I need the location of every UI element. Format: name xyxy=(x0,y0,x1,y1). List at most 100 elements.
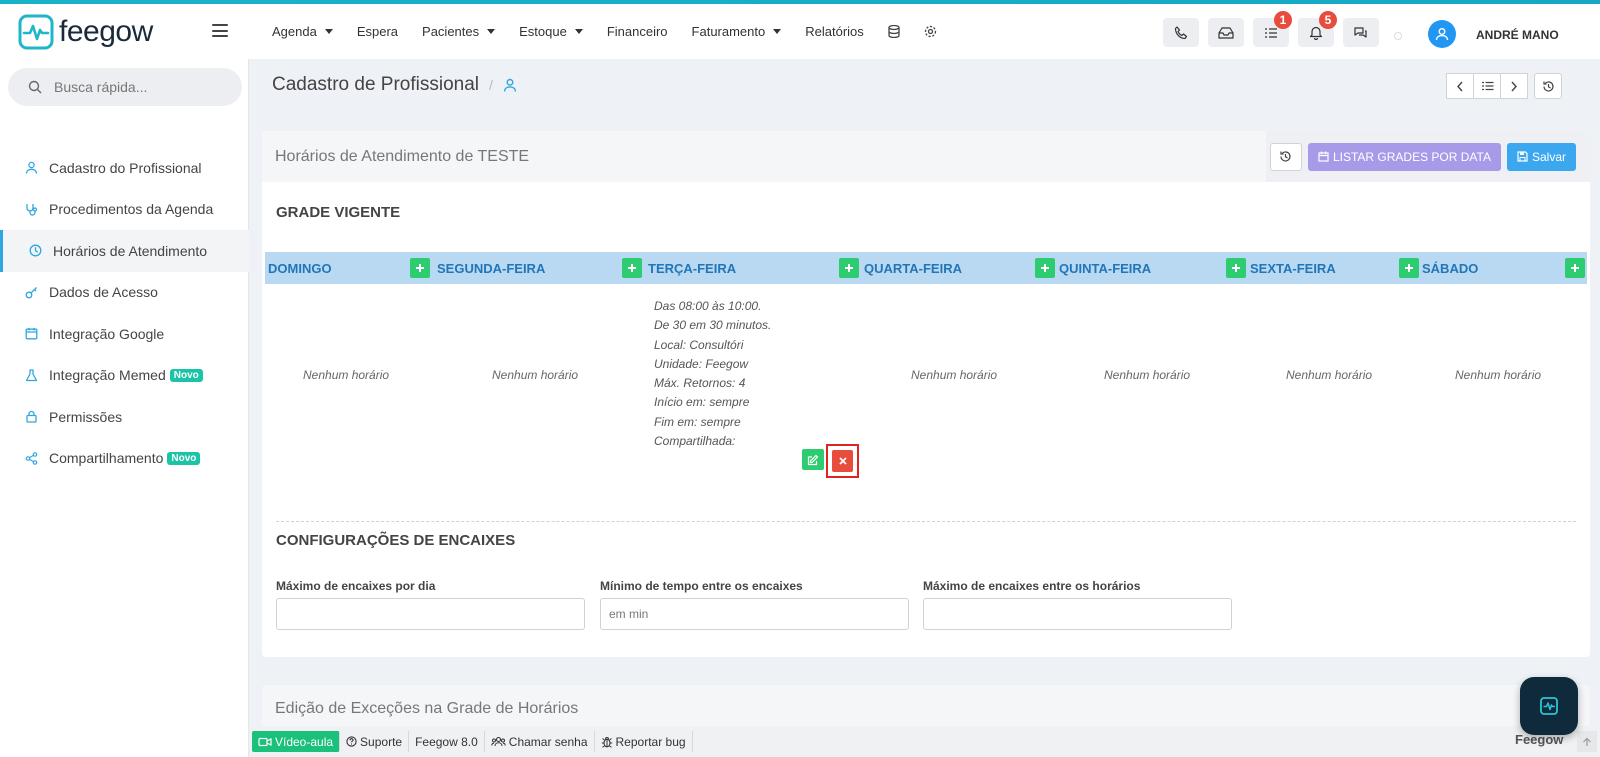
save-button[interactable]: Salvar xyxy=(1506,142,1576,171)
chat-icon xyxy=(1354,27,1367,38)
nav-estoque[interactable]: Estoque xyxy=(519,24,583,39)
search-icon xyxy=(28,80,42,94)
lock-icon xyxy=(24,410,38,424)
sidebar-item-label: Dados de Acesso xyxy=(49,284,158,301)
card-actions: LISTAR GRADES POR DATA Salvar xyxy=(1266,131,1590,182)
assistant-fab-button[interactable] xyxy=(1520,677,1578,735)
sidebar-item-label: Permissões xyxy=(49,408,123,425)
add-slot-quarta-button[interactable] xyxy=(1035,258,1055,278)
scroll-top-button[interactable] xyxy=(1577,731,1597,752)
day-quarta: QUARTA-FEIRA xyxy=(864,260,962,276)
reportar-bug-button[interactable]: Reportar bug xyxy=(595,731,693,752)
nav-financeiro[interactable]: Financeiro xyxy=(607,24,668,39)
breadcrumb-separator: / xyxy=(489,77,493,93)
sidebar-item-integracao-memed[interactable]: Integração Memed Novo xyxy=(0,355,249,397)
user-name[interactable]: ANDRÉ MANO xyxy=(1476,28,1559,42)
user-icon[interactable] xyxy=(503,78,517,92)
inbox-icon xyxy=(1218,27,1234,39)
video-aula-button[interactable]: Vídeo-aula xyxy=(252,731,341,752)
nav-faturamento[interactable]: Faturamento xyxy=(692,24,782,39)
tasks-button[interactable]: 1 xyxy=(1253,11,1292,47)
add-slot-domingo-button[interactable] xyxy=(410,258,430,278)
suporte-button[interactable]: Suporte xyxy=(340,731,410,752)
sidebar-menu: Cadastro do Profissional Procedimentos d… xyxy=(0,147,249,479)
empty-slot-quarta: Nenhum horário xyxy=(911,368,998,382)
list-button[interactable] xyxy=(1473,73,1501,99)
user-avatar-icon xyxy=(1435,28,1449,41)
chat-button[interactable] xyxy=(1343,18,1379,47)
sidebar-item-dados-acesso[interactable]: Dados de Acesso xyxy=(0,272,249,314)
add-slot-segunda-button[interactable] xyxy=(622,258,642,278)
week-header: DOMINGO SEGUNDA-FEIRA TERÇA-FEIRA QUARTA… xyxy=(265,252,1587,284)
day-sabado: SÁBADO xyxy=(1422,260,1479,276)
add-slot-sexta-button[interactable] xyxy=(1399,258,1419,278)
sidebar-item-label: Cadastro do Profissional xyxy=(49,159,202,176)
plus-icon xyxy=(1405,264,1413,272)
edit-slot-button[interactable] xyxy=(802,449,824,470)
calendar-icon xyxy=(24,327,38,341)
flask-icon xyxy=(24,368,38,382)
history-button[interactable] xyxy=(1269,142,1302,171)
history-button[interactable] xyxy=(1534,73,1562,99)
listar-grades-button[interactable]: LISTAR GRADES POR DATA xyxy=(1307,142,1501,171)
nav-agenda[interactable]: Agenda xyxy=(272,24,333,39)
day-sexta: SEXTA-FEIRA xyxy=(1250,260,1336,276)
logo[interactable]: feegow xyxy=(18,14,153,50)
max-encaixes-dia-input[interactable] xyxy=(276,598,585,630)
max-encaixes-horarios-input[interactable] xyxy=(923,598,1232,630)
nav-espera[interactable]: Espera xyxy=(357,24,398,39)
day-terca: TERÇA-FEIRA xyxy=(648,260,737,276)
nav-relatorios[interactable]: Relatórios xyxy=(805,24,864,39)
add-slot-quinta-button[interactable] xyxy=(1226,258,1246,278)
min-tempo-encaixes-label: Mínimo de tempo entre os encaixes xyxy=(600,579,803,593)
list-icon xyxy=(1481,81,1493,91)
caret-down-icon xyxy=(574,29,583,34)
phone-icon xyxy=(1174,25,1188,39)
nav-pacientes[interactable]: Pacientes xyxy=(422,24,496,39)
notifications-button[interactable]: 5 xyxy=(1298,11,1337,47)
sidebar-item-integracao-google[interactable]: Integração Google xyxy=(0,313,249,355)
calendar-icon xyxy=(1318,151,1329,162)
plus-icon xyxy=(416,264,424,272)
sidebar-item-label: Procedimentos da Agenda xyxy=(49,201,214,218)
sidebar-item-cadastro[interactable]: Cadastro do Profissional xyxy=(0,147,249,189)
day-quinta: QUINTA-FEIRA xyxy=(1059,260,1152,276)
notifications-badge: 5 xyxy=(1319,11,1337,29)
menu-toggle-icon[interactable] xyxy=(212,24,228,37)
search-box[interactable]: Busca rápida... xyxy=(8,68,242,106)
caret-down-icon xyxy=(773,29,782,34)
tasks-badge: 1 xyxy=(1274,11,1292,29)
avatar[interactable] xyxy=(1428,20,1456,48)
chamar-senha-button[interactable]: Chamar senha xyxy=(485,731,595,752)
min-tempo-encaixes-input[interactable] xyxy=(600,598,909,630)
history-icon xyxy=(1280,151,1292,162)
exceptions-title: Edição de Exceções na Grade de Horários xyxy=(275,700,579,717)
status-indicator xyxy=(1394,32,1402,40)
sidebar-item-compartilhamento[interactable]: Compartilhamento Novo xyxy=(0,438,249,480)
stethoscope-icon xyxy=(24,202,38,216)
caret-down-icon xyxy=(324,29,333,34)
sidebar-item-permissoes[interactable]: Permissões xyxy=(0,396,249,438)
previous-button[interactable] xyxy=(1446,73,1474,99)
grade-vigente-title: GRADE VIGENTE xyxy=(276,204,401,221)
card-title: Horários de Atendimento de TESTE xyxy=(275,147,530,165)
next-button[interactable] xyxy=(1500,73,1528,99)
delete-slot-button[interactable] xyxy=(832,450,853,472)
gear-icon[interactable] xyxy=(924,25,937,38)
users-icon xyxy=(491,736,506,747)
new-badge: Novo xyxy=(169,368,203,382)
phone-button[interactable] xyxy=(1163,18,1199,47)
empty-slot-sexta: Nenhum horário xyxy=(1286,368,1373,382)
add-slot-terca-button[interactable] xyxy=(839,258,859,278)
delete-slot-highlight xyxy=(826,444,859,478)
sidebar-item-label: Integração Memed xyxy=(49,367,166,384)
sidebar-item-horarios[interactable]: Horários de Atendimento xyxy=(0,230,249,272)
add-slot-sabado-button[interactable] xyxy=(1565,258,1585,278)
sidebar-item-label: Integração Google xyxy=(49,325,165,342)
database-icon[interactable] xyxy=(888,25,900,38)
inbox-button[interactable] xyxy=(1208,18,1244,47)
schedule-card: Horários de Atendimento de TESTE LISTAR … xyxy=(262,131,1590,657)
sidebar-item-procedimentos[interactable]: Procedimentos da Agenda xyxy=(0,189,249,231)
search-input[interactable]: Busca rápida... xyxy=(54,79,147,95)
day-domingo: DOMINGO xyxy=(268,260,332,276)
